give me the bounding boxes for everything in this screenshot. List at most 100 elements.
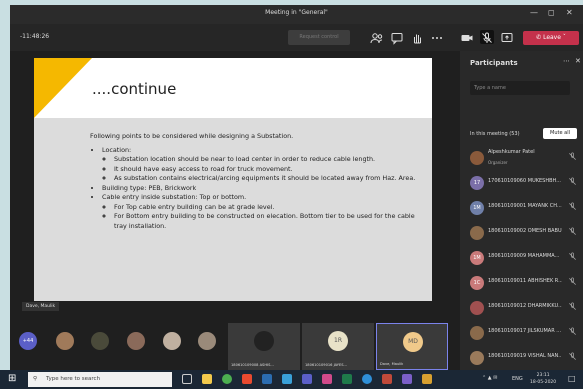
leave-label: Leave	[543, 34, 561, 41]
mute-all-button[interactable]: Mute all	[543, 128, 577, 139]
participants-panel: Participants ⋯ ✕ Type a name In this mee…	[460, 51, 583, 370]
teams-window: Meeting in "General" — ◻ ✕ -11:48:26 Req…	[10, 5, 583, 370]
avatar: 1M	[470, 201, 484, 215]
overflow-count-badge[interactable]: +44	[19, 332, 37, 350]
participant-name: 180610109017 JILSKUMAR ...	[488, 328, 562, 334]
task-view-icon[interactable]	[182, 374, 192, 384]
sub-bullet-item: As substation contains electrical/arcing…	[114, 174, 425, 184]
mic-muted-icon	[569, 352, 576, 360]
taskbar-search-placeholder: Type here to search	[46, 376, 101, 382]
tile-caption: 180610109008 ASHIS...	[231, 363, 274, 367]
avatar[interactable]	[198, 332, 216, 350]
app-icon[interactable]	[322, 374, 332, 384]
participant-name: 180610109012 DHARMIKKU...	[488, 303, 562, 309]
tile-caption: Dave, Maulik	[380, 362, 404, 366]
mic-muted-icon	[569, 327, 576, 335]
list-item[interactable]: 1M 180610109009 MAHAMMA...	[470, 247, 583, 272]
participant-list: Alpeshkumar Patel Organizer 17 170610109…	[470, 147, 583, 370]
list-item[interactable]: 17 170610109060 MUKESHBH...	[470, 172, 583, 197]
avatar	[470, 351, 484, 365]
file-explorer-icon[interactable]	[202, 374, 212, 384]
list-item[interactable]: 180610109017 JILSKUMAR ...	[470, 322, 583, 347]
mic-muted-icon	[569, 227, 576, 235]
slide-intro: Following points to be considered while …	[90, 132, 294, 140]
window-title: Meeting in "General"	[265, 9, 328, 16]
list-item[interactable]: Alpeshkumar Patel Organizer	[470, 147, 583, 172]
excel-icon[interactable]	[342, 374, 352, 384]
participants-icon[interactable]	[370, 30, 384, 44]
list-item[interactable]: 1C 180610109011 ABHISHEK R...	[470, 272, 583, 297]
sub-bullet-item: It should have easy access to road for t…	[114, 165, 425, 175]
mic-muted-icon	[569, 202, 576, 210]
chrome-icon[interactable]	[222, 374, 232, 384]
participant-role: Organizer	[488, 160, 508, 165]
participant-name: 180610109019 VISHAL NAN...	[488, 353, 562, 359]
bullet-item: Location: Substation location should be …	[102, 146, 425, 184]
mic-muted-icon[interactable]	[480, 30, 494, 44]
avatar: 1C	[470, 276, 484, 290]
close-icon[interactable]: ✕	[566, 8, 573, 17]
avatar[interactable]	[127, 332, 145, 350]
list-item[interactable]: 180610109012 DHARMIKKU...	[470, 297, 583, 322]
participant-name: 180610109002 OMESH BABU	[488, 228, 562, 234]
in-meeting-count: In this meeting (53)	[470, 131, 520, 137]
avatar[interactable]	[91, 332, 109, 350]
list-item[interactable]: 180610109002 OMESH BABU	[470, 222, 583, 247]
avatar	[470, 301, 484, 315]
camera-icon[interactable]	[460, 30, 474, 44]
presenter-name-tag: Dave, Maulik	[22, 302, 60, 311]
word-icon[interactable]	[262, 374, 272, 384]
tray-icons[interactable]: ⌃ ▲ ✉	[482, 375, 497, 381]
request-control-button[interactable]: Request control	[288, 30, 350, 45]
mic-muted-icon	[569, 152, 576, 160]
share-screen-icon[interactable]	[500, 30, 514, 44]
more-options-icon[interactable]	[430, 30, 444, 44]
raise-hand-icon[interactable]	[410, 30, 424, 44]
slide-accent-triangle	[34, 58, 92, 118]
leave-button[interactable]: ✆ Leave ˇ	[523, 31, 579, 45]
search-icon: ⚲	[33, 376, 38, 382]
language-indicator[interactable]: ENG	[512, 376, 523, 382]
chat-icon[interactable]	[390, 30, 404, 45]
video-tile[interactable]: 180610109008 ASHIS...	[228, 323, 300, 370]
list-item[interactable]: 1M 180610109001 MAYANK CH...	[470, 197, 583, 222]
video-tile[interactable]: 1R 180610109016 JAYES...	[302, 323, 374, 370]
taskbar-search-input[interactable]: ⚲ Type here to search	[28, 372, 172, 387]
video-tile-active-speaker[interactable]: MD Dave, Maulik	[376, 323, 448, 370]
taskbar-clock[interactable]: 23:11 18-05-2020	[530, 372, 556, 386]
windows-start-icon[interactable]: ⊞	[8, 373, 16, 384]
avatar[interactable]	[163, 332, 181, 350]
minimize-icon[interactable]: —	[530, 8, 538, 17]
avatar: 1R	[328, 331, 348, 351]
app-icon[interactable]	[382, 374, 392, 384]
tile-caption: 180610109016 JAYES...	[305, 363, 347, 367]
participant-name: 180610109011 ABHISHEK R...	[488, 278, 562, 284]
mic-muted-icon	[569, 177, 576, 185]
mic-muted-icon	[569, 252, 576, 260]
participant-search-input[interactable]: Type a name	[470, 81, 570, 95]
slide-content: Following points to be considered while …	[90, 132, 425, 231]
teams-icon[interactable]	[302, 374, 312, 384]
maximize-icon[interactable]: ◻	[548, 8, 555, 17]
avatar: 17	[470, 176, 484, 190]
participant-name: 170610109060 MUKESHBH...	[488, 178, 561, 184]
notifications-icon[interactable]: □	[568, 374, 576, 383]
more-options-icon[interactable]: ⋯	[563, 57, 570, 65]
sub-bullet-item: For Bottom entry building to be construc…	[114, 212, 425, 231]
phone-icon: ✆	[536, 34, 542, 41]
avatar: 1M	[470, 251, 484, 265]
avatar[interactable]	[56, 332, 74, 350]
close-panel-icon[interactable]: ✕	[575, 57, 581, 65]
sub-bullet-item: Substation location should be near to lo…	[114, 155, 425, 165]
powerpoint-icon[interactable]	[242, 374, 252, 384]
avatar: MD	[403, 332, 423, 352]
title-bar: Meeting in "General" — ◻ ✕	[10, 5, 583, 24]
meeting-timer: -11:48:26	[20, 33, 50, 40]
edge-icon[interactable]	[362, 374, 372, 384]
avatar	[470, 326, 484, 340]
list-item[interactable]: 180610109019 VISHAL NAN...	[470, 347, 583, 370]
bullet-item: Cable entry inside substation: Top or bo…	[102, 193, 425, 231]
app-icon[interactable]	[422, 374, 432, 384]
app-icon[interactable]	[402, 374, 412, 384]
store-icon[interactable]	[282, 374, 292, 384]
